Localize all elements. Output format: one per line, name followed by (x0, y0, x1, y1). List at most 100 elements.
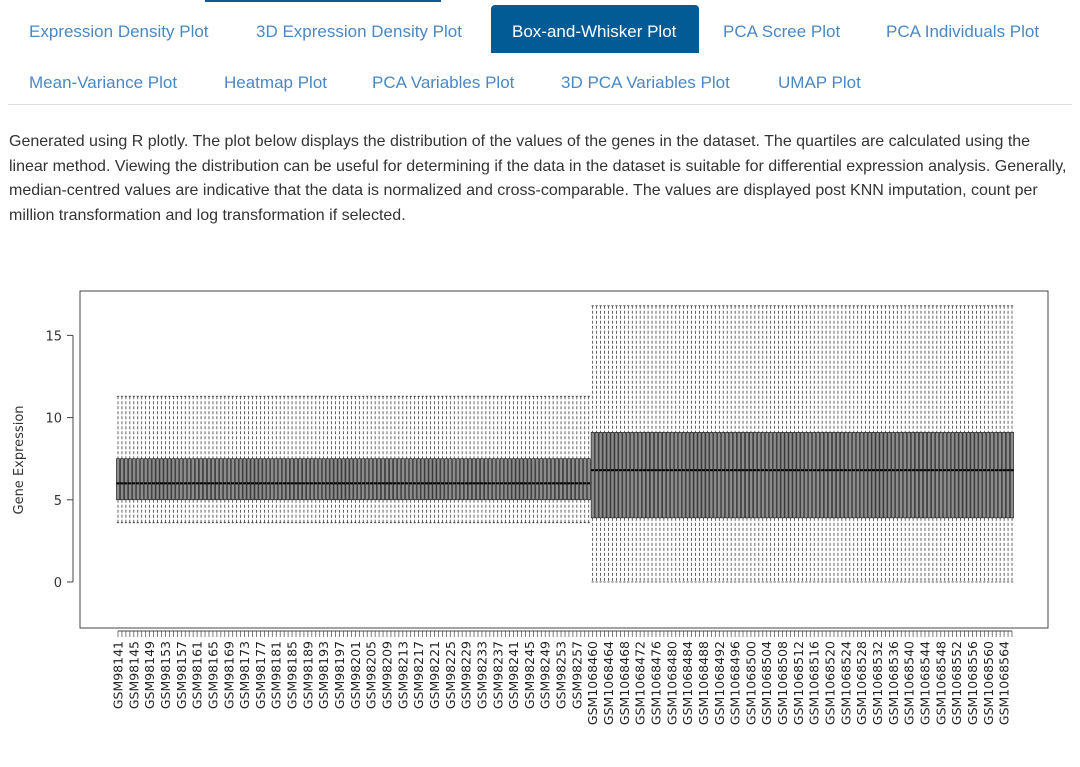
box-iqr (302, 458, 306, 501)
x-tick-label: GSM98225 (443, 641, 458, 709)
box-iqr (131, 458, 136, 501)
box-iqr (871, 432, 876, 519)
x-tick-label: GSM98197 (332, 641, 347, 709)
box-GSM98212 (396, 395, 401, 524)
tab-expression-density-plot[interactable]: Expression Density Plot (8, 5, 230, 53)
box-iqr (729, 432, 734, 519)
box-iqr (958, 432, 963, 519)
box-iqr (946, 432, 951, 519)
y-tick-label: 5 (54, 494, 62, 509)
x-tick-label: GSM1068460 (585, 641, 600, 725)
box-iqr (737, 432, 741, 519)
tab-pca-individuals-plot[interactable]: PCA Individuals Plot (865, 5, 1060, 53)
tab-3d-expression-density-plot[interactable]: 3D Expression Density Plot (235, 5, 483, 53)
x-tick-label: GSM98161 (190, 641, 205, 709)
box-GSM1068562 (994, 305, 999, 583)
box-GSM98193 (321, 395, 326, 524)
box-iqr (768, 432, 773, 519)
box-iqr (927, 432, 931, 519)
box-iqr (824, 432, 828, 519)
box-iqr (970, 432, 975, 519)
box-iqr (167, 458, 172, 501)
box-GSM1068478 (662, 305, 666, 583)
box-GSM98167 (218, 395, 223, 524)
box-GSM98234 (484, 395, 488, 524)
x-tick-label: GSM1068516 (807, 641, 822, 725)
box-GSM1068496 (733, 305, 737, 583)
box-GSM1068538 (899, 305, 904, 583)
box-iqr (211, 458, 215, 501)
box-GSM98181 (274, 395, 279, 524)
box-iqr (602, 432, 607, 519)
box-GSM98176 (254, 395, 259, 524)
box-GSM1068522 (836, 305, 840, 583)
box-iqr (325, 458, 330, 501)
box-iqr (147, 458, 152, 501)
box-GSM1068502 (756, 305, 761, 583)
box-GSM1068494 (725, 305, 730, 583)
x-axis: GSM98141 GSM98145 GSM98149 GSM98153 GSM98157… (111, 630, 1013, 725)
box-GSM1068547 (934, 305, 939, 583)
box-GSM1068487 (697, 305, 702, 583)
box-GSM98205 (369, 395, 374, 524)
box-iqr (305, 458, 310, 501)
box-iqr (464, 458, 468, 501)
box-GSM98241 (511, 395, 516, 524)
box-iqr (551, 458, 556, 501)
x-tick-label: GSM98229 (459, 641, 474, 709)
tab-umap-plot[interactable]: UMAP Plot (757, 56, 882, 104)
box-iqr (780, 432, 785, 519)
box-GSM98233 (480, 395, 484, 524)
box-GSM1068503 (760, 305, 765, 583)
box-iqr (480, 458, 484, 501)
x-tick-label: GSM98233 (474, 641, 489, 709)
box-iqr (389, 458, 393, 501)
x-tick-label: GSM1068540 (902, 641, 917, 725)
box-iqr (650, 432, 654, 519)
box-GSM98252 (555, 395, 559, 524)
tab-mean-variance-plot[interactable]: Mean-Variance Plot (8, 56, 198, 104)
box-GSM1068518 (820, 305, 825, 583)
box-GSM98154 (167, 395, 172, 524)
tab-3d-pca-variables-plot[interactable]: 3D PCA Variables Plot (540, 56, 751, 104)
x-tick-label: GSM98221 (427, 641, 442, 709)
box-iqr (135, 458, 140, 501)
box-iqr (420, 458, 425, 501)
x-tick-label: GSM98245 (522, 641, 537, 709)
box-iqr (745, 432, 749, 519)
box-GSM1068553 (958, 305, 963, 583)
box-GSM98223 (440, 395, 445, 524)
box-iqr (456, 458, 461, 501)
tab-box-and-whisker-plot[interactable]: Box-and-Whisker Plot (491, 5, 699, 53)
x-tick-label: GSM1068548 (933, 641, 948, 725)
box-iqr (385, 458, 389, 501)
box-GSM98200 (349, 395, 354, 524)
box-GSM98160 (191, 395, 196, 524)
box-GSM98248 (539, 395, 544, 524)
x-tick-label: GSM98145 (126, 641, 141, 709)
box-GSM1068467 (618, 305, 623, 583)
box-iqr (760, 432, 765, 519)
box-iqr (519, 458, 524, 501)
box-GSM1068507 (776, 305, 781, 583)
box-iqr (472, 458, 476, 501)
box-iqr (127, 458, 132, 501)
box-GSM1068470 (630, 305, 635, 583)
y-axis: 0 5 10 15 (45, 329, 74, 591)
box-iqr (408, 458, 413, 501)
box-iqr (511, 458, 516, 501)
box-GSM1068505 (768, 305, 773, 583)
box-iqr (476, 458, 480, 501)
tab-pca-scree-plot[interactable]: PCA Scree Plot (702, 5, 861, 53)
tab-heatmap-plot[interactable]: Heatmap Plot (203, 56, 348, 104)
box-iqr (337, 458, 342, 501)
box-GSM1068558 (978, 305, 983, 583)
box-iqr (195, 458, 199, 501)
box-GSM98249 (543, 395, 548, 524)
box-GSM98171 (234, 395, 239, 524)
x-tick-label: GSM1068564 (997, 641, 1012, 725)
box-GSM98144 (127, 395, 132, 524)
box-iqr (733, 432, 737, 519)
tab-pca-variables-plot[interactable]: PCA Variables Plot (351, 56, 535, 104)
box-iqr (377, 458, 381, 501)
